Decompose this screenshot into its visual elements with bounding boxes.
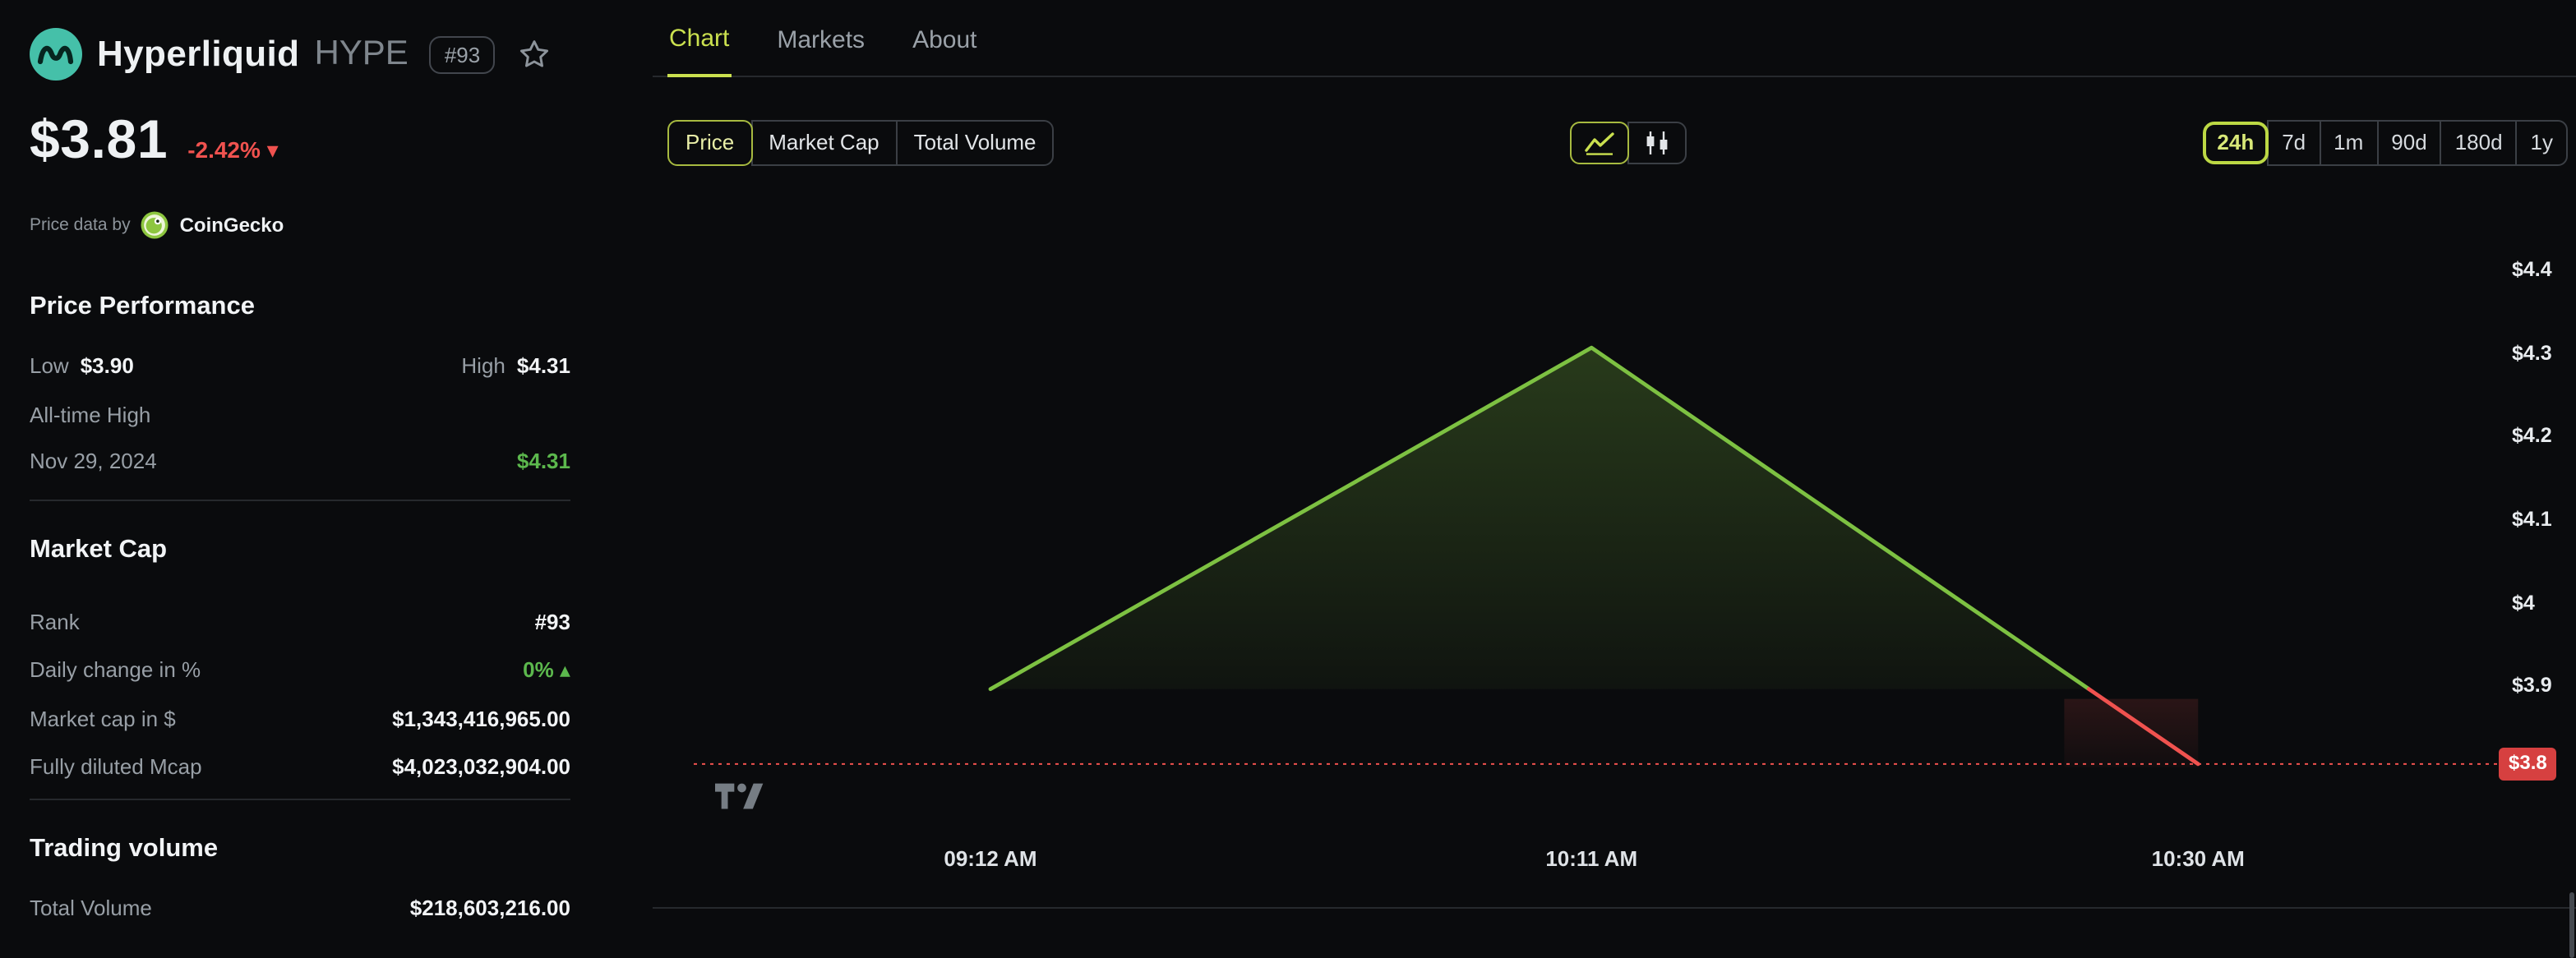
main-panel: Chart Markets About Price Market Cap Tot… <box>653 0 2576 958</box>
metric-market-cap-button[interactable]: Market Cap <box>750 120 898 167</box>
x-axis-label: 10:30 AM <box>2151 846 2245 871</box>
trading-volume-title: Trading volume <box>30 835 219 863</box>
ath-date-row: Nov 29, 2024 $4.31 <box>30 449 570 473</box>
metric-price-button[interactable]: Price <box>667 120 753 167</box>
range-1y-button[interactable]: 1y <box>2515 120 2568 167</box>
attribution-provider[interactable]: CoinGecko <box>180 214 284 237</box>
line-chart-button[interactable] <box>1569 122 1629 165</box>
coin-symbol: HYPE <box>314 35 409 72</box>
candlestick-chart-button[interactable] <box>1627 122 1687 165</box>
scrollbar[interactable] <box>2569 892 2574 958</box>
stat-label: Fully diluted Mcap <box>30 754 202 779</box>
ath-value: $4.31 <box>516 449 570 473</box>
divider <box>653 907 2576 909</box>
y-axis-label: $4.1 <box>2512 508 2552 531</box>
stat-row-rank: Rank #93 <box>30 610 570 634</box>
stat-value: $218,603,216.00 <box>409 896 570 920</box>
rank-badge: #93 <box>429 35 496 73</box>
y-axis-label: $3.9 <box>2512 674 2552 698</box>
x-axis: 09:12 AM 10:11 AM 10:30 AM <box>653 846 2502 876</box>
price-line-chart[interactable] <box>658 184 2507 841</box>
data-attribution: Price data by CoinGecko <box>30 210 570 240</box>
stat-label: Total Volume <box>30 896 152 920</box>
range-24h-button[interactable]: 24h <box>2202 122 2269 165</box>
coin-header: Hyperliquid HYPE #93 <box>30 26 570 82</box>
stat-value: $1,343,416,965.00 <box>392 707 570 731</box>
divider <box>30 799 570 800</box>
market-cap-title: Market Cap <box>30 536 168 564</box>
range-7d-button[interactable]: 7d <box>2267 120 2321 167</box>
metric-total-volume-button[interactable]: Total Volume <box>895 120 1055 167</box>
stat-row-market-cap: Market cap in $ $1,343,416,965.00 <box>30 707 570 731</box>
stat-value: #93 <box>534 610 570 634</box>
stat-label: Rank <box>30 610 80 634</box>
tab-chart[interactable]: Chart <box>667 25 732 77</box>
hyperliquid-logo-icon <box>30 28 82 81</box>
high-value: $4.31 <box>516 353 570 378</box>
range-90d-button[interactable]: 90d <box>2376 120 2442 167</box>
chart-type-toggle <box>1569 122 1687 165</box>
ath-date: Nov 29, 2024 <box>30 449 157 473</box>
low-high-row: Low $3.90 High $4.31 <box>30 353 570 378</box>
price-performance-title: Price Performance <box>30 292 255 320</box>
y-axis-label: $4.3 <box>2512 341 2552 365</box>
tab-about[interactable]: About <box>911 26 978 76</box>
x-axis-label: 10:11 AM <box>1545 846 1638 871</box>
stat-value: 0% ▴ <box>523 657 570 682</box>
y-axis-label: $4.2 <box>2512 424 2552 448</box>
stat-row-daily-change: Daily change in % 0% ▴ <box>30 657 570 684</box>
y-axis: $4.4 $4.3 $4.2 $4.1 $4 $3.9 <box>2512 184 2576 841</box>
ath-row: All-time High <box>30 403 570 427</box>
range-selector: 24h 7d 1m 90d 180d 1y <box>2202 120 2568 167</box>
metric-toggle: Price Market Cap Total Volume <box>667 120 1055 167</box>
price-row: $3.81 -2.42% ▾ <box>30 108 570 171</box>
tradingview-logo-icon[interactable] <box>715 782 764 815</box>
range-1m-button[interactable]: 1m <box>2319 120 2379 167</box>
ath-label: All-time High <box>30 403 151 427</box>
stat-value: $4,023,032,904.00 <box>392 754 570 779</box>
y-axis-label: $4.4 <box>2512 258 2552 281</box>
x-axis-label: 09:12 AM <box>944 846 1037 871</box>
current-price: $3.81 <box>30 108 169 169</box>
high-label: High <box>461 353 506 378</box>
low-label: Low <box>30 353 69 378</box>
favorite-star-button[interactable] <box>516 36 552 72</box>
star-icon <box>520 40 549 67</box>
current-price-tag: $3.8 <box>2499 747 2557 781</box>
crypto-price-widget: Hyperliquid HYPE #93 $3.81 -2.42% ▾ Pric… <box>0 0 2576 958</box>
coin-name: Hyperliquid <box>97 33 300 74</box>
sidebar: Hyperliquid HYPE #93 $3.81 -2.42% ▾ Pric… <box>0 0 572 958</box>
stat-row-total-volume: Total Volume $218,603,216.00 <box>30 896 570 920</box>
attribution-prefix: Price data by <box>30 215 131 235</box>
low-value: $3.90 <box>80 353 134 378</box>
stat-row-fdv: Fully diluted Mcap $4,023,032,904.00 <box>30 754 570 779</box>
chart-controls: Price Market Cap Total Volume 24h 7d 1m … <box>667 120 2568 167</box>
price-chart-area[interactable]: $4.4 $4.3 $4.2 $4.1 $4 $3.9 $3.8 09:12 AM 10:1… <box>653 184 2576 882</box>
stat-label: Daily change in % <box>30 657 201 682</box>
coingecko-logo-icon <box>141 211 169 239</box>
stat-label: Market cap in $ <box>30 707 176 731</box>
divider <box>30 500 570 501</box>
tab-markets[interactable]: Markets <box>775 26 866 76</box>
line-chart-icon <box>1585 132 1614 156</box>
tab-bar: Chart Markets About <box>653 0 2576 77</box>
y-axis-label: $4 <box>2512 591 2535 615</box>
candlestick-chart-icon <box>1646 131 1668 155</box>
price-change: -2.42% ▾ <box>187 136 279 163</box>
range-180d-button[interactable]: 180d <box>2440 120 2518 167</box>
